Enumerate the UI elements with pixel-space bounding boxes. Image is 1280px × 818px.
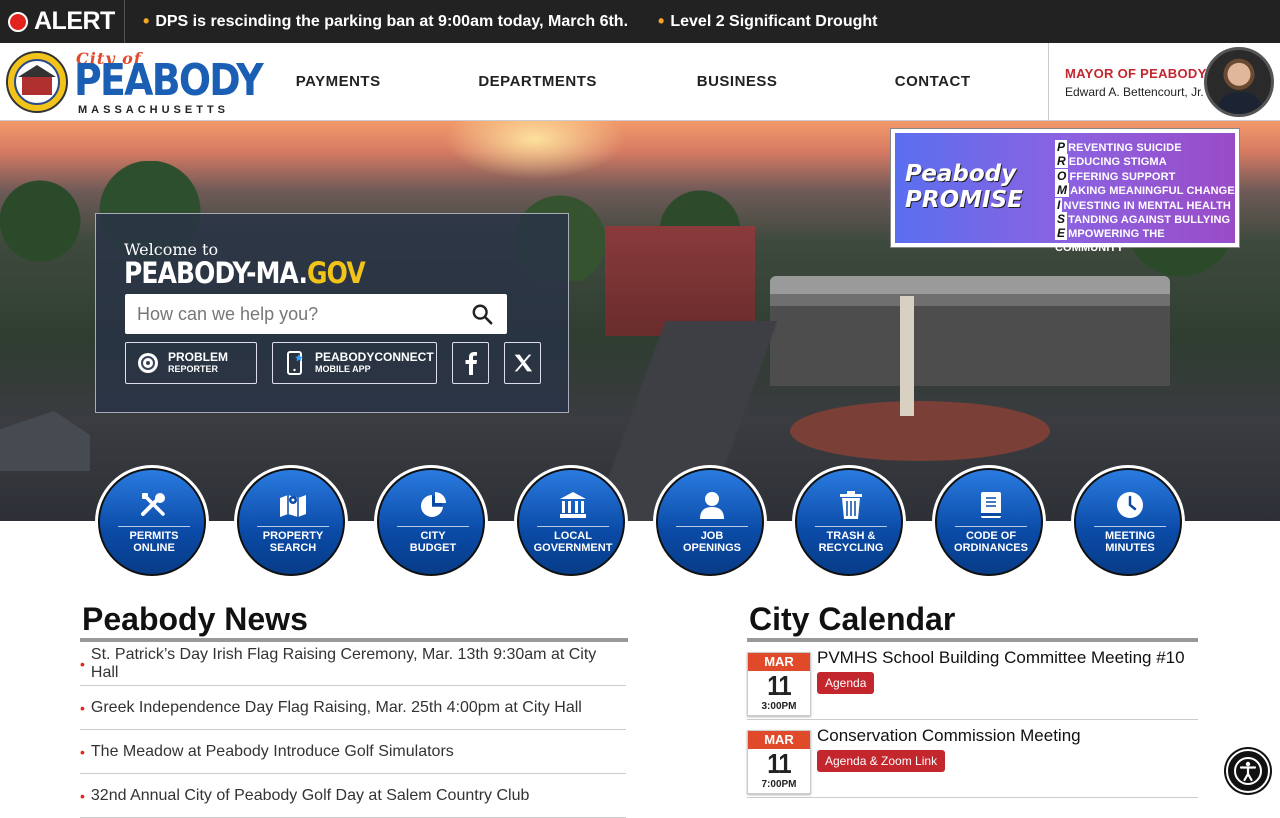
mayor-photo: [1204, 47, 1274, 117]
promise-line: S TANDING AGAINST BULLYING: [1055, 212, 1231, 227]
main-nav: PAYMENTS DEPARTMENTS BUSINESS CONTACT: [258, 43, 1048, 120]
promise-title: Peabody PROMISE: [905, 161, 1023, 213]
government-building-icon: [560, 492, 586, 518]
promise-line: M AKING MEANINGFUL CHANGE: [1055, 183, 1235, 198]
bullet-icon: •: [80, 743, 85, 760]
nav-departments[interactable]: DEPARTMENTS: [418, 43, 657, 120]
mobile-phone-icon: [283, 351, 307, 375]
mayor-link[interactable]: MAYOR OF PEABODY Edward A. Bettencourt, …: [1048, 43, 1280, 120]
site-logo[interactable]: City of PEABODY MASSACHUSETTS: [6, 49, 264, 116]
news-title: Peabody News: [82, 601, 308, 637]
news-item[interactable]: • Greek Independence Day Flag Raising, Ma…: [80, 686, 626, 730]
hero-roof: [0, 411, 90, 471]
calendar-section: City Calendar MAR 11 3:00PM PVMHS School…: [747, 600, 1198, 798]
hero-building: [605, 226, 755, 336]
agenda-button[interactable]: Agenda: [817, 672, 875, 694]
quick-link-property-search[interactable]: PROPERTY SEARCH: [234, 465, 348, 579]
alert-item[interactable]: • Level 2 Significant Drought: [658, 11, 877, 32]
quick-links: PERMITS ONLINE PROPERTY SEARCH CITY BUDGET …: [0, 465, 1280, 580]
search-box: [125, 294, 507, 334]
mayor-title: MAYOR OF PEABODY: [1065, 66, 1207, 81]
promise-line: I NVESTING IN MENTAL HEALTH: [1055, 197, 1231, 212]
calendar-event: MAR 11 7:00PM Conservation Commission Me…: [747, 720, 1198, 798]
logo-name-text: PEABODY: [74, 55, 264, 106]
event-title-link[interactable]: PVMHS School Building Committee Meeting …: [817, 648, 1185, 668]
alert-ticker: • DPS is rescinding the parking ban at 9:…: [125, 11, 907, 32]
hero-monument: [900, 296, 914, 416]
accessibility-icon[interactable]: [1226, 749, 1270, 793]
pie-chart-icon: [421, 492, 446, 517]
bullet-icon: •: [80, 787, 85, 804]
quick-link-city-budget[interactable]: CITY BUDGET: [374, 465, 488, 579]
promise-line: P REVENTING SUICIDE: [1055, 140, 1182, 154]
search-input[interactable]: [125, 294, 457, 334]
tools-icon: [141, 493, 165, 516]
event-date-badge: MAR 11 3:00PM: [747, 652, 811, 716]
nav-payments[interactable]: PAYMENTS: [258, 43, 418, 120]
news-item[interactable]: • 32nd Annual City of Peabody Golf Day at…: [80, 774, 626, 818]
logo-state-text: MASSACHUSETTS: [78, 104, 230, 116]
alert-bar: ALERT • DPS is rescinding the parking ban…: [0, 0, 1280, 43]
alert-icon: [8, 11, 28, 32]
bullet-icon: •: [143, 11, 150, 31]
alert-label-text: ALERT: [34, 7, 115, 35]
quick-link-trash-recycling[interactable]: TRASH & RECYCLING: [792, 465, 906, 579]
site-header: City of PEABODY MASSACHUSETTS PAYMENTS D…: [0, 43, 1280, 121]
agenda-zoom-button[interactable]: Agenda & Zoom Link: [817, 750, 946, 772]
alert-item[interactable]: • DPS is rescinding the parking ban at 9:…: [143, 11, 628, 32]
facebook-icon[interactable]: [452, 342, 489, 384]
trash-icon: [840, 491, 862, 519]
news-section: Peabody News • St. Patrick’s Day Irish Fl…: [80, 600, 628, 818]
hero-building: [770, 276, 1170, 386]
welcome-panel: Welcome to PEABODY-MA.GOV PROBLEMREPORTE…: [95, 213, 569, 413]
hero-plaza: [790, 401, 1050, 461]
promise-line: O FFERING SUPPORT: [1055, 168, 1176, 183]
calendar-title: City Calendar: [749, 601, 956, 637]
quick-link-permits-online[interactable]: PERMITS ONLINE: [95, 465, 209, 579]
nav-contact[interactable]: CONTACT: [817, 43, 1048, 120]
peabodyconnect-app-button[interactable]: PEABODYCONNECT MOBILE APP: [272, 342, 437, 384]
quick-link-local-government[interactable]: LOCAL GOVERNMENT: [514, 465, 628, 579]
quick-link-code-of-ordinances[interactable]: CODE OF ORDINANCES: [932, 465, 1046, 579]
news-item[interactable]: • The Meadow at Peabody Introduce Golf Si…: [80, 730, 626, 774]
nav-business[interactable]: BUSINESS: [657, 43, 817, 120]
bullet-icon: •: [658, 11, 665, 31]
globe-pin-icon: [136, 351, 160, 375]
event-date-badge: MAR 11 7:00PM: [747, 730, 811, 794]
search-icon[interactable]: [457, 294, 507, 334]
quick-link-meeting-minutes[interactable]: MEETING MINUTES: [1071, 465, 1185, 579]
calendar-event: MAR 11 3:00PM PVMHS School Building Comm…: [747, 642, 1198, 720]
quick-link-job-openings[interactable]: JOB OPENINGS: [653, 465, 767, 579]
mayor-name: Edward A. Bettencourt, Jr.: [1065, 85, 1204, 99]
bullet-icon: •: [80, 655, 85, 672]
promise-line: E MPOWERING THE COMMUNITY: [1055, 226, 1165, 254]
news-item[interactable]: • St. Patrick’s Day Irish Flag Raising Ce…: [80, 642, 626, 686]
x-twitter-icon[interactable]: [504, 342, 541, 384]
hero-banner: Welcome to PEABODY-MA.GOV PROBLEMREPORTE…: [0, 121, 1280, 521]
problem-reporter-button[interactable]: PROBLEM REPORTER: [125, 342, 257, 384]
book-icon: [981, 492, 1001, 518]
bullet-icon: •: [80, 699, 85, 716]
welcome-site-name: PEABODY-MA.GOV: [124, 256, 366, 290]
city-seal-icon: [6, 51, 68, 113]
event-title-link[interactable]: Conservation Commission Meeting: [817, 726, 1081, 746]
map-icon: [280, 495, 306, 517]
promise-line: R EDUCING STIGMA: [1055, 154, 1167, 169]
peabody-promise-banner[interactable]: Peabody PROMISE P REVENTING SUICIDE R EDUCI…: [890, 128, 1240, 254]
clock-icon: [1117, 492, 1143, 518]
person-icon: [700, 492, 724, 519]
promise-list: P REVENTING SUICIDE R EDUCING STIGMA O FFER…: [1055, 140, 1235, 255]
alert-label: ALERT: [0, 0, 125, 43]
